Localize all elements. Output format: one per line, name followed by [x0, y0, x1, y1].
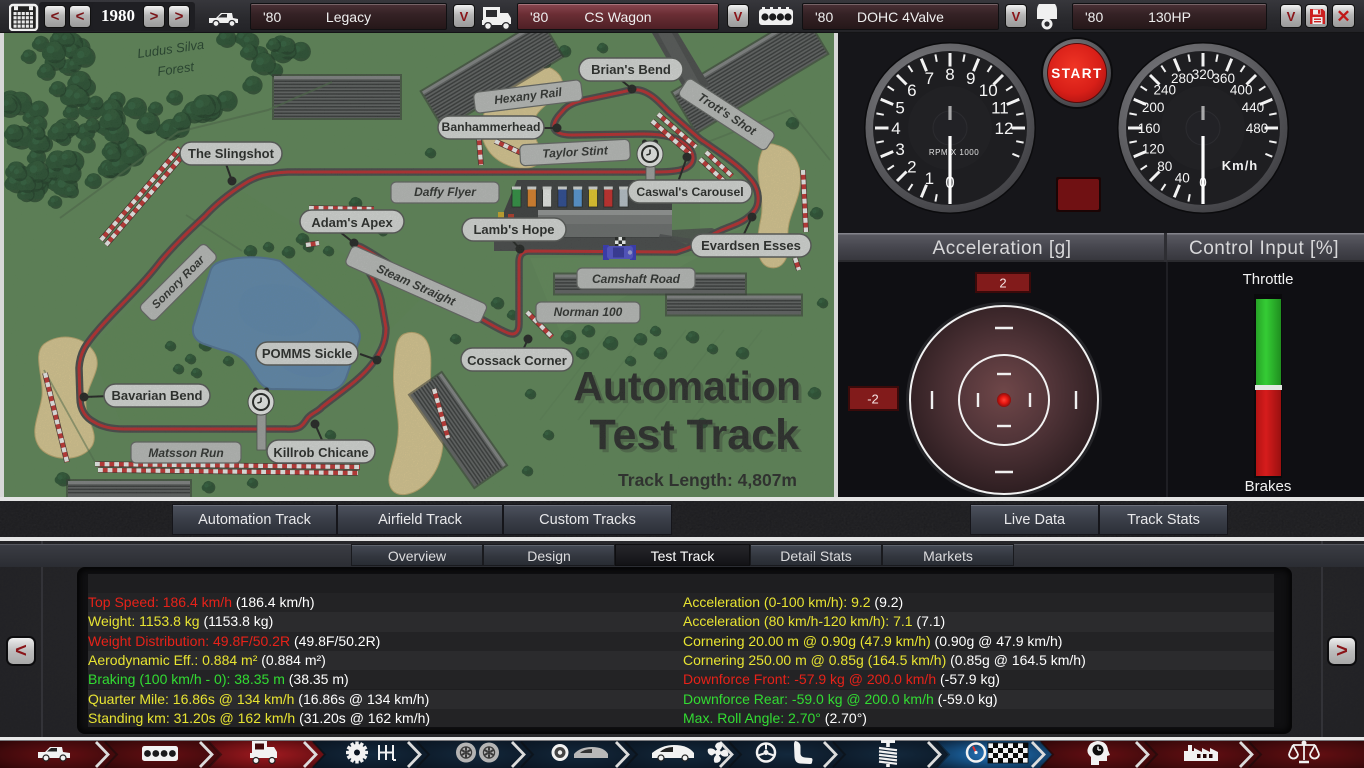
svg-text:9: 9 — [966, 69, 975, 88]
svg-text:Throttle: Throttle — [1243, 271, 1294, 288]
svg-text:2: 2 — [907, 157, 916, 176]
svg-text:120: 120 — [1142, 142, 1165, 157]
svg-text:12: 12 — [995, 119, 1014, 138]
svg-text:40: 40 — [1175, 171, 1190, 186]
svg-text:Km/h: Km/h — [1222, 158, 1259, 173]
svg-text:Brakes: Brakes — [1245, 478, 1292, 495]
svg-text:200: 200 — [1142, 100, 1165, 115]
svg-text:480: 480 — [1246, 121, 1269, 136]
svg-text:START: START — [1051, 66, 1103, 81]
svg-text:160: 160 — [1138, 121, 1161, 136]
svg-text:80: 80 — [1157, 159, 1172, 174]
svg-text:3: 3 — [895, 140, 904, 159]
svg-text:2: 2 — [999, 276, 1006, 291]
svg-text:Control Input [%]: Control Input [%] — [1189, 238, 1339, 259]
svg-text:4: 4 — [891, 119, 900, 138]
svg-text:7: 7 — [925, 69, 934, 88]
svg-text:-2: -2 — [867, 392, 879, 407]
svg-text:400: 400 — [1230, 83, 1253, 98]
svg-text:1: 1 — [925, 169, 934, 188]
svg-text:Acceleration [g]: Acceleration [g] — [933, 238, 1072, 259]
svg-text:440: 440 — [1242, 100, 1265, 115]
svg-text:280: 280 — [1171, 71, 1194, 86]
svg-text:10: 10 — [979, 81, 998, 100]
svg-text:320: 320 — [1192, 67, 1215, 82]
svg-text:11: 11 — [991, 99, 1009, 118]
svg-text:RPM X 1000: RPM X 1000 — [929, 148, 979, 157]
svg-text:8: 8 — [945, 65, 954, 84]
svg-text:6: 6 — [907, 81, 916, 100]
svg-text:5: 5 — [895, 99, 904, 118]
